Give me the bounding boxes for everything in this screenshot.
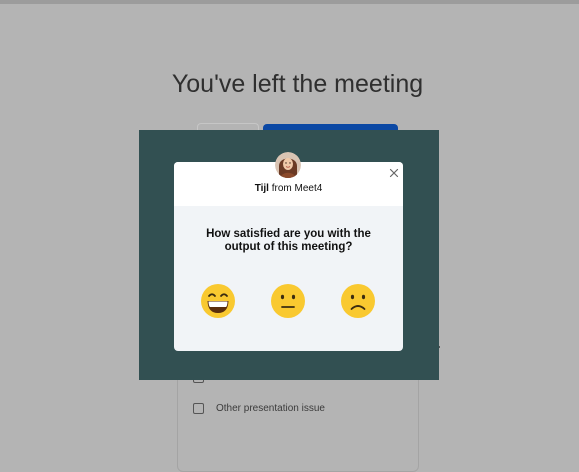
neutral-face-icon xyxy=(271,284,305,318)
feedback-checkbox[interactable] xyxy=(193,402,204,414)
close-icon[interactable] xyxy=(388,166,400,178)
frowning-face-icon xyxy=(341,284,375,318)
sender-name: Tijl xyxy=(254,183,269,194)
satisfaction-dialog: Tijl from Meet4 How satisfied are you wi… xyxy=(174,152,403,351)
top-divider xyxy=(0,0,579,4)
avatar xyxy=(275,152,301,178)
sender-suffix: from Meet4 xyxy=(268,183,323,194)
rating-very-satisfied-button[interactable] xyxy=(200,283,236,319)
feedback-option-label: Other presentation issue xyxy=(216,402,325,414)
rating-neutral-button[interactable] xyxy=(270,283,306,319)
rating-unsatisfied-button[interactable] xyxy=(340,283,376,319)
grinning-face-icon xyxy=(201,284,235,318)
survey-question: How satisfied are you with the output of… xyxy=(194,228,383,254)
page-title: You've left the meeting xyxy=(171,70,424,98)
survey-question-line: How satisfied are you with the xyxy=(206,228,371,240)
sender-line: Tijl from Meet4 xyxy=(174,183,403,194)
feedback-option-row[interactable]: Other presentation issue xyxy=(193,400,325,416)
survey-question-line: output of this meeting? xyxy=(224,241,353,253)
